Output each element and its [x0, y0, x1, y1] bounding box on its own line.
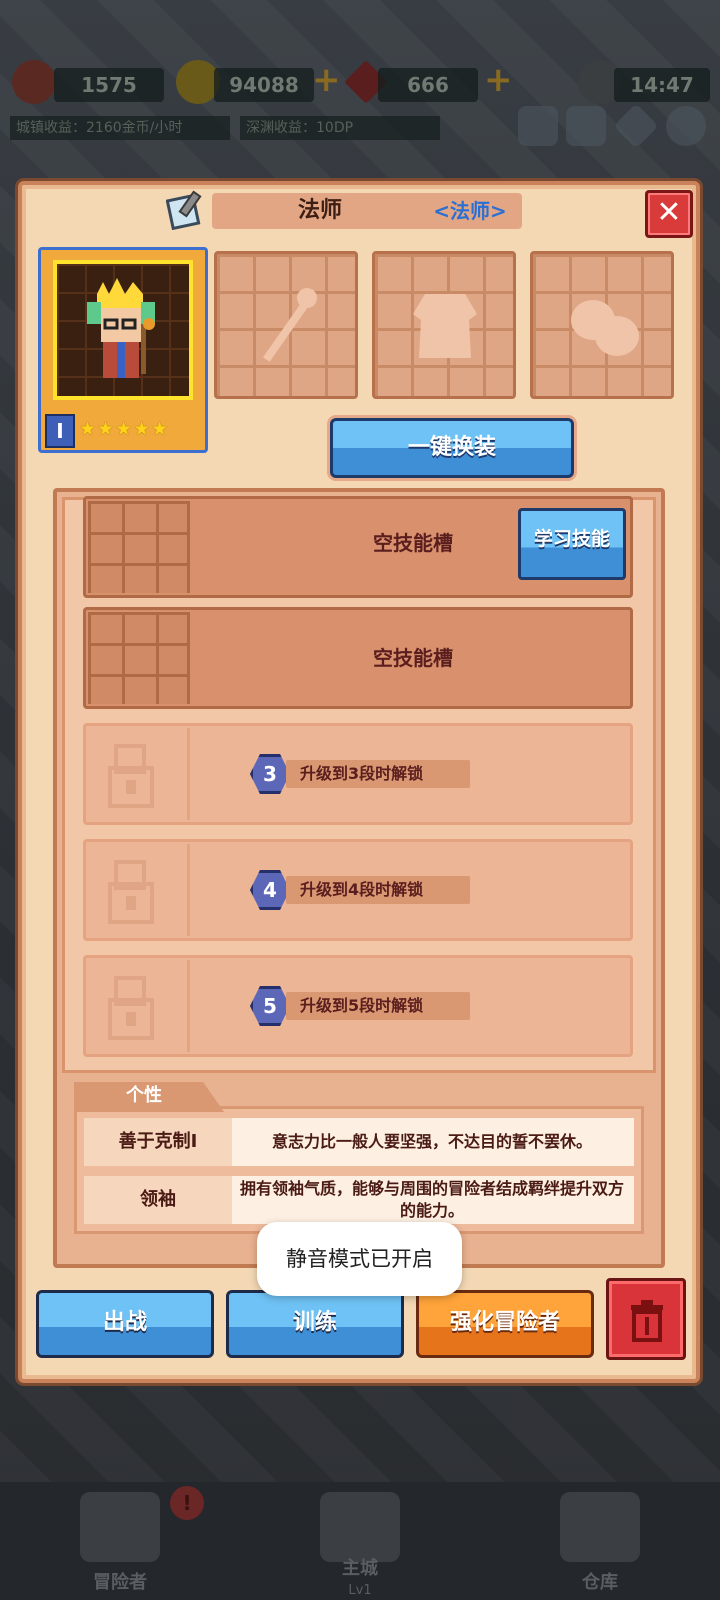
energy-icon — [12, 60, 56, 104]
unlock-text-4: 升级到4段时解锁 — [286, 876, 470, 904]
party-icon[interactable] — [518, 106, 558, 146]
trait-row-2: 领袖 拥有领袖气质，能够与周围的冒险者结成羁绊提升双方的能力。 — [84, 1176, 634, 1224]
trait-desc-1: 意志力比一般人要坚强，不达目的誓不罢休。 — [271, 1132, 592, 1151]
unlock-text-5: 升级到5段时解锁 — [286, 992, 470, 1020]
one-click-equip-button[interactable]: 一键换装 — [330, 418, 574, 478]
skill-slot-grid-icon — [88, 501, 190, 593]
staff-icon — [263, 288, 317, 362]
skill-slot-grid-icon — [88, 612, 190, 704]
class-book-icon — [166, 190, 202, 230]
hero-level-badge: I — [45, 414, 75, 448]
robe-icon — [413, 294, 477, 358]
trait-name-2: 领袖 — [84, 1176, 232, 1224]
bottom-navigation: ! 冒险者 主城 Lv1 仓库 — [0, 1482, 720, 1600]
castle-icon — [320, 1492, 400, 1562]
trait-name-1: 善于克制I — [84, 1118, 232, 1166]
energy-value: 1575 — [54, 68, 164, 102]
settings-gear-icon[interactable] — [666, 106, 706, 146]
nav-main-city[interactable]: 主城 Lv1 — [240, 1482, 480, 1600]
learn-skill-button[interactable]: 学习技能 — [518, 508, 626, 580]
deploy-button[interactable]: 出战 — [36, 1290, 214, 1358]
dismiss-adventurer-button[interactable] — [606, 1278, 686, 1360]
skill-slot-2[interactable]: 空技能槽 — [83, 607, 633, 709]
toast-message: 静音模式已开启 — [257, 1222, 462, 1296]
equipment-slot-accessory[interactable] — [530, 251, 674, 399]
resource-bar: 1575 94088 + 666 + 14:47 — [0, 60, 720, 110]
clock-value: 14:47 — [614, 68, 710, 102]
gem-value: 666 — [378, 68, 478, 102]
lock-icon — [88, 960, 190, 1052]
train-button[interactable]: 训练 — [226, 1290, 404, 1358]
crown-icon[interactable] — [566, 106, 606, 146]
knight-helmet-icon — [80, 1492, 160, 1562]
hero-portrait[interactable]: I ★★★★★ — [38, 247, 208, 453]
alert-badge: ! — [170, 1486, 204, 1520]
dialog-title: 法师 — [297, 198, 342, 223]
hero-star-rating: ★★★★★ — [79, 418, 170, 440]
hero-sprite-frame — [53, 260, 193, 400]
gold-value: 94088 — [214, 68, 314, 102]
abyss-income: 深渊收益：10DP — [240, 116, 440, 140]
class-tag: <法师> — [433, 199, 507, 223]
warehouse-icon — [560, 1492, 640, 1562]
close-button[interactable]: ✕ — [645, 190, 693, 238]
nav-warehouse[interactable]: 仓库 — [480, 1482, 720, 1600]
pouch-icon — [571, 300, 639, 356]
equipment-slot-armor[interactable] — [372, 251, 516, 399]
lock-icon — [88, 844, 190, 936]
trash-icon — [631, 1300, 663, 1342]
add-gold-icon[interactable]: + — [312, 63, 342, 97]
skill-slot-2-label: 空技能槽 — [373, 646, 453, 670]
enhance-adventurer-button[interactable]: 强化冒险者 — [416, 1290, 594, 1358]
personality-tab: 个性 — [74, 1082, 224, 1112]
nav-adventurer-label: 冒险者 — [93, 1572, 147, 1593]
add-gems-icon[interactable]: + — [484, 63, 514, 97]
trait-desc-2: 拥有领袖气质，能够与周围的冒险者结成羁绊提升双方的能力。 — [239, 1179, 624, 1220]
nav-warehouse-label: 仓库 — [582, 1572, 618, 1593]
nav-adventurer[interactable]: ! 冒险者 — [0, 1482, 240, 1600]
town-income: 城镇收益：2160金币/小时 — [10, 116, 230, 140]
nav-main-city-label: 主城 — [342, 1558, 378, 1579]
lock-icon — [88, 728, 190, 820]
trait-row-1: 善于克制I 意志力比一般人要坚强，不达目的誓不罢休。 — [84, 1118, 634, 1166]
equipment-slot-weapon[interactable] — [214, 251, 358, 399]
unlock-text-3: 升级到3段时解锁 — [286, 760, 470, 788]
mage-hero-sprite — [87, 278, 155, 378]
nav-main-city-level: Lv1 — [348, 1583, 372, 1598]
